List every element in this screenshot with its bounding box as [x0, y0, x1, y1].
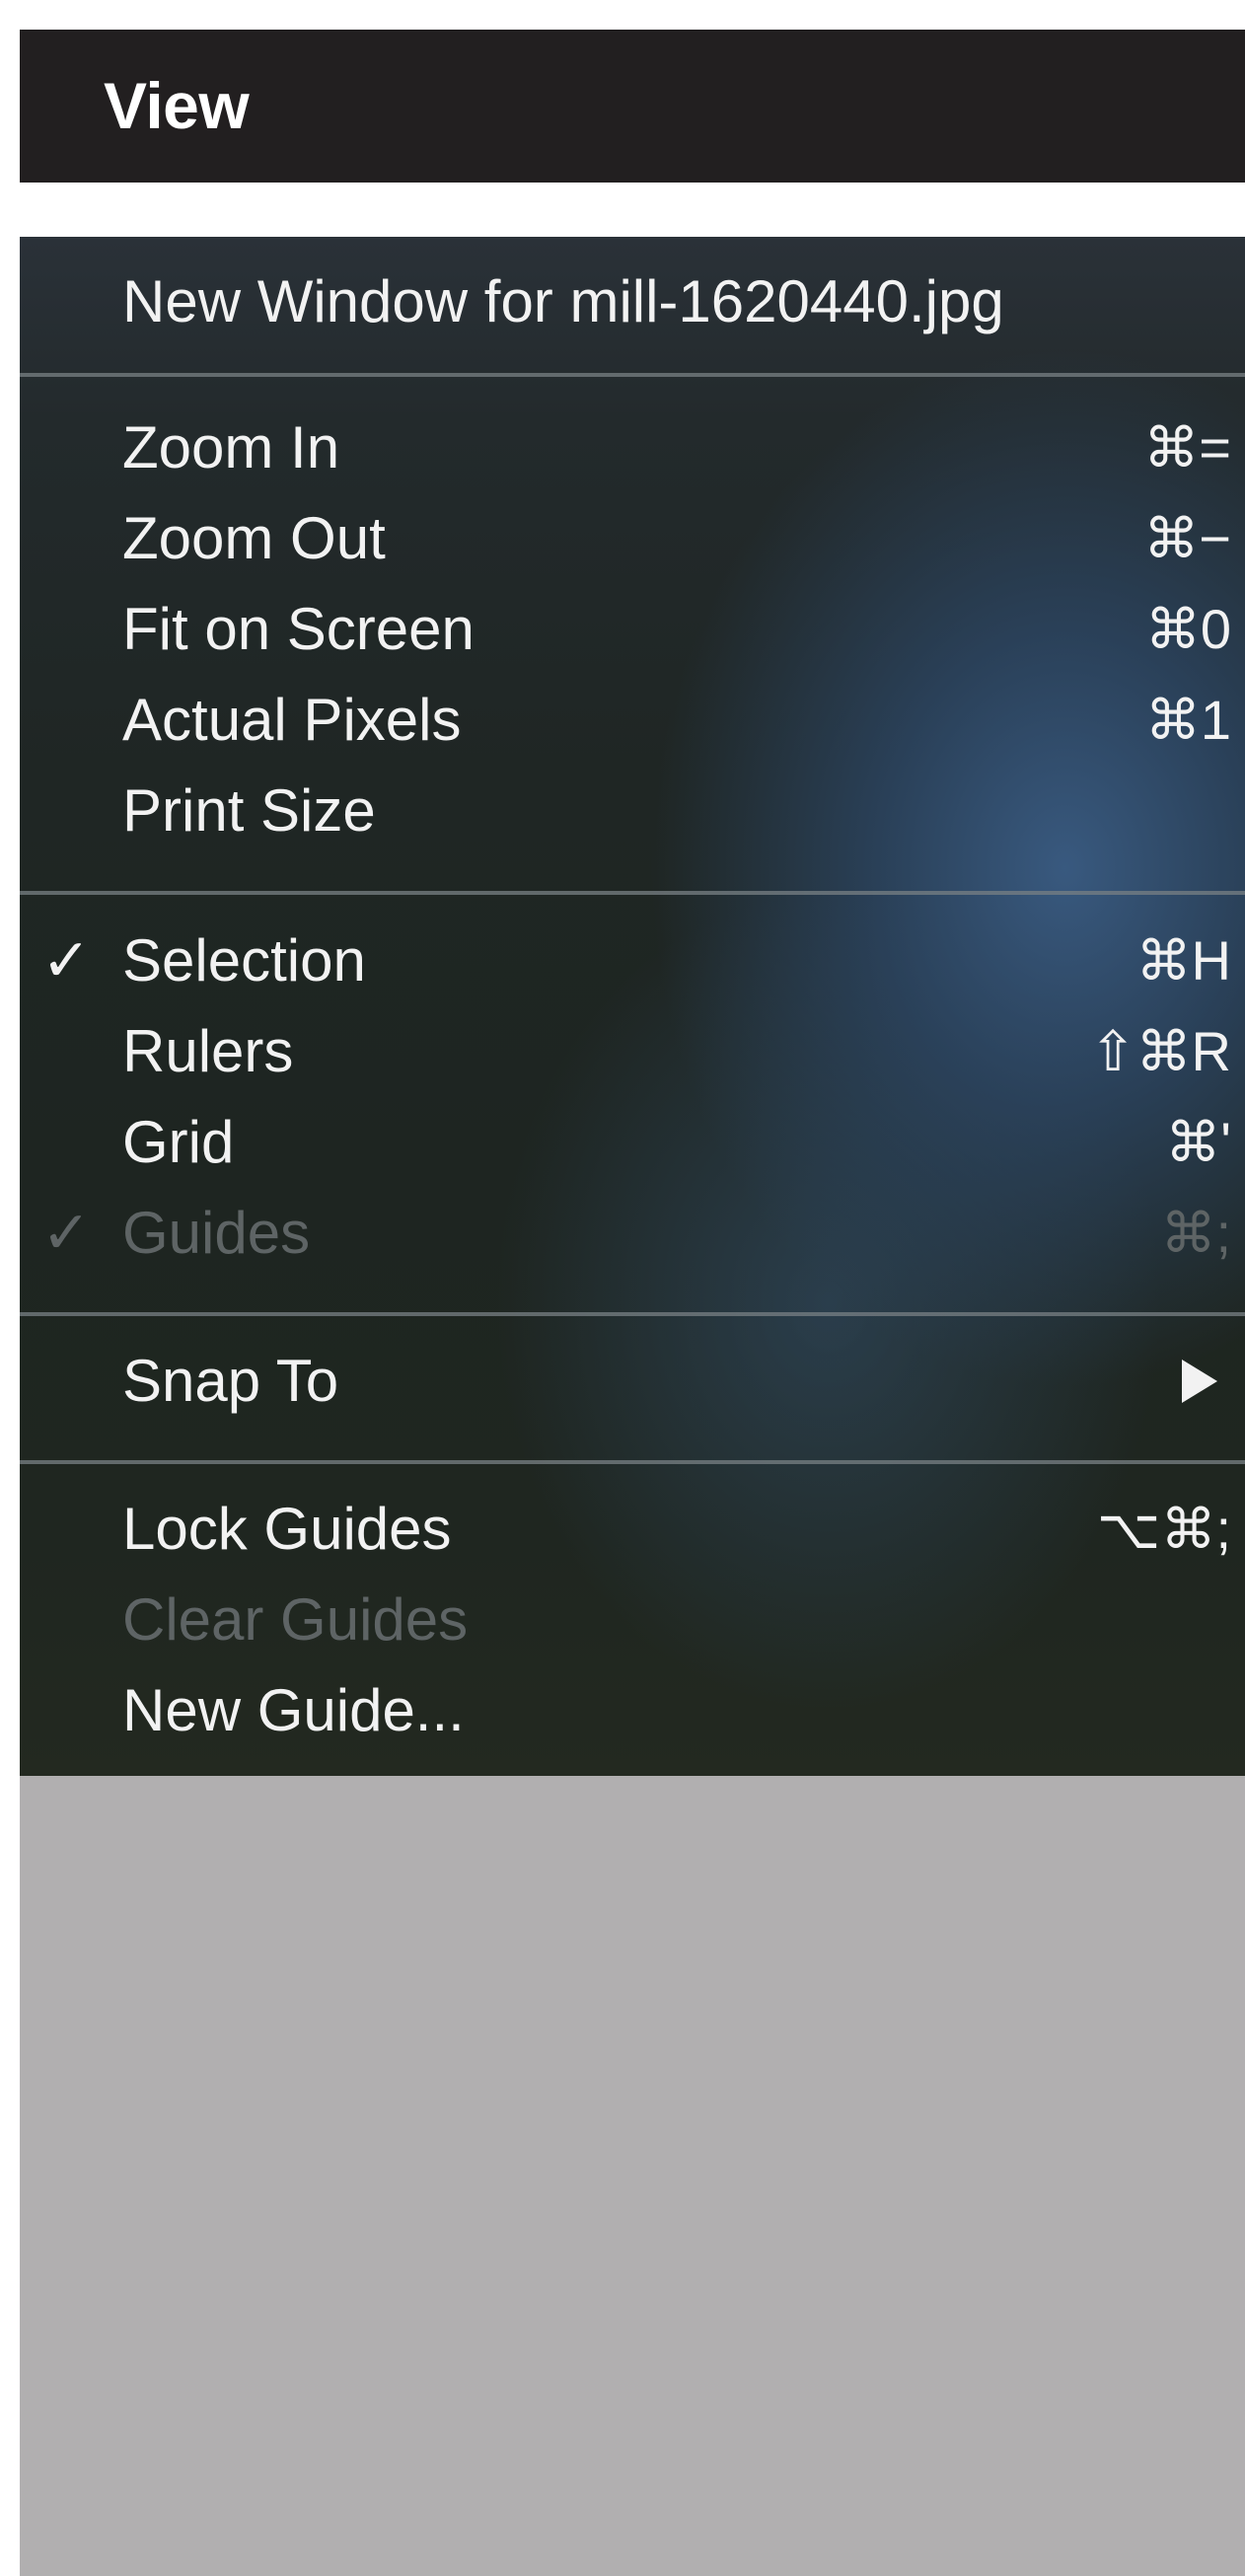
shortcut-text: ⇧⌘R: [1089, 1020, 1231, 1082]
menu-item-label: Rulers: [122, 1018, 294, 1084]
menu-item-zoom-in[interactable]: Zoom In ⌘=: [20, 403, 1245, 493]
triangle-right-icon: [1182, 1360, 1217, 1403]
menu-item-label: Fit on Screen: [122, 596, 475, 662]
menu-item-label: Guides: [122, 1200, 311, 1266]
menu-item-zoom-out[interactable]: Zoom Out ⌘−: [20, 493, 1245, 584]
menu-item-actual-pixels[interactable]: Actual Pixels ⌘1: [20, 675, 1245, 766]
menu-item-selection[interactable]: ✓ Selection ⌘H: [20, 916, 1245, 1006]
menu-separator: [20, 1460, 1245, 1464]
shortcut-text: ⌘;: [1160, 1202, 1231, 1264]
view-menu-dropdown: New Window for mill-1620440.jpg Zoom In …: [20, 237, 1245, 1776]
menu-separator: [20, 1312, 1245, 1316]
shortcut-text: ⌘−: [1143, 507, 1231, 569]
menu-item-new-guide[interactable]: New Guide...: [20, 1665, 1245, 1756]
shortcut-text: ⌘1: [1144, 689, 1231, 751]
menu-item-label: Actual Pixels: [122, 687, 462, 753]
shortcut-text: ⌥⌘;: [1096, 1498, 1231, 1560]
menu-item-lock-guides[interactable]: Lock Guides ⌥⌘;: [20, 1484, 1245, 1575]
canvas-background: [20, 1776, 1245, 2576]
menu-item-fit-on-screen[interactable]: Fit on Screen ⌘0: [20, 584, 1245, 675]
checkmark-icon: ✓: [41, 927, 92, 994]
menu-item-label: Print Size: [122, 777, 376, 844]
menu-item-print-size[interactable]: Print Size: [20, 766, 1245, 856]
shortcut-text: ⌘=: [1143, 416, 1231, 478]
menu-item-guides[interactable]: ✓ Guides ⌘;: [20, 1188, 1245, 1279]
menu-item-label: Snap To: [122, 1348, 339, 1414]
menu-item-snap-to[interactable]: Snap To: [20, 1336, 1245, 1427]
menu-item-label: Grid: [122, 1109, 235, 1175]
menu-item-label: New Guide...: [122, 1677, 465, 1743]
shortcut-text: ⌘0: [1144, 598, 1231, 660]
menu-item-new-window[interactable]: New Window for mill-1620440.jpg: [20, 257, 1245, 347]
menu-bar-title-view[interactable]: View: [104, 30, 250, 183]
menu-item-label: Selection: [122, 927, 366, 994]
shortcut-text: ⌘H: [1135, 929, 1231, 992]
menu-item-clear-guides[interactable]: Clear Guides: [20, 1575, 1245, 1665]
menu-item-grid[interactable]: Grid ⌘': [20, 1097, 1245, 1188]
menu-item-rulers[interactable]: Rulers ⇧⌘R: [20, 1006, 1245, 1097]
menu-separator: [20, 891, 1245, 895]
menu-item-label: Lock Guides: [122, 1496, 452, 1562]
menu-bar: View: [20, 30, 1245, 183]
shortcut-text: ⌘': [1165, 1111, 1231, 1173]
menu-separator: [20, 373, 1245, 377]
menu-item-label: Clear Guides: [122, 1586, 469, 1653]
menu-item-label: Zoom Out: [122, 505, 386, 571]
menu-item-label: Zoom In: [122, 414, 340, 480]
checkmark-icon: ✓: [41, 1200, 92, 1266]
menu-item-label: New Window for mill-1620440.jpg: [122, 268, 1004, 334]
